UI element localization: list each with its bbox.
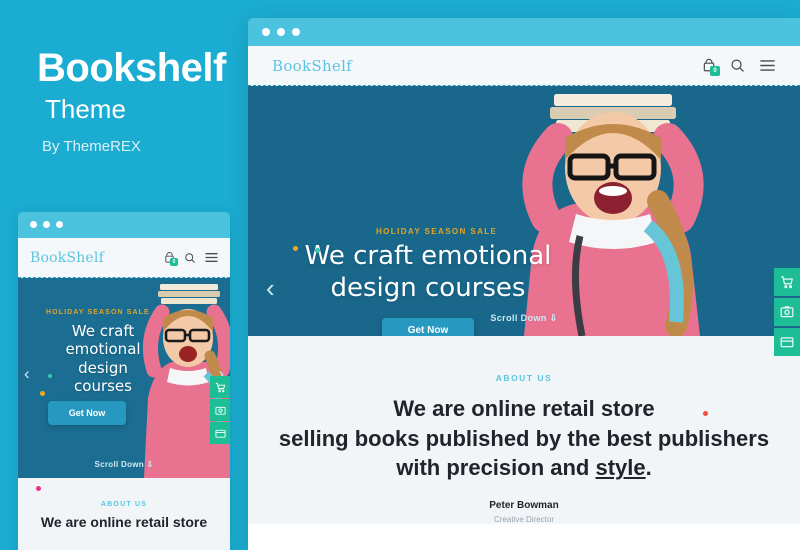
mini-menu-icon[interactable] [205,252,218,263]
about-heading-line1: We are online retail store [393,396,655,421]
side-cart-icon[interactable] [774,268,800,296]
mini-about-kicker: ABOUT US [100,501,148,508]
mini-chevron-down-icon: ⇩ [146,460,154,469]
decor-dot-gold [293,246,298,251]
mini-hero-heading: We craft emotional design courses [48,322,158,395]
hero-heading-line1: We craft emotional [304,241,552,271]
mini-hero-heading-line3: design [78,358,128,377]
hero-kicker: HOLIDAY SEASON SALE [376,227,498,236]
person-name: Peter Bowman [489,500,559,512]
mini-hero-heading-line1: We craft [71,322,135,340]
floating-side-buttons[interactable] [774,268,800,358]
chevron-down-icon: ⇩ [549,313,558,323]
window-dots [262,28,300,36]
about-style-link[interactable]: style [595,455,645,480]
mini-hero: HOLIDAY SEASON SALE We craft emotional d… [18,278,230,478]
mini-decor-dot-pink [36,486,41,491]
mini-decor-dot-teal [48,374,52,378]
about-decor-dot-red [703,411,708,416]
about-heading: We are online retail store selling books… [248,394,800,483]
hero-heading-line2: design courses [330,272,526,303]
mini-hero-kicker: HOLIDAY SEASON SALE [46,309,150,316]
cart-badge: 0 [710,66,720,76]
about-heading-line2: selling books published by the best publ… [278,425,770,451]
mini-side-buttons[interactable] [210,376,230,445]
mini-side-layout-icon[interactable] [210,422,230,444]
mini-preview-card[interactable]: BookShelf 0 HOLIDAY SEASON SALE We craft… [18,212,230,550]
mini-get-now-button[interactable]: Get Now [48,401,126,425]
scroll-down-label: Scroll Down [490,313,547,323]
about-heading-line3-post: . [645,455,652,481]
side-gallery-icon[interactable] [774,298,800,326]
mini-titlebar [18,212,230,238]
mini-site-header: BookShelf 0 [18,238,230,278]
mini-cart-icon[interactable]: 0 [164,251,178,266]
about-section: ABOUT US We are online retail store sell… [248,336,800,524]
prev-slide-icon[interactable]: ‹ [266,273,275,304]
hero-heading: We craft emotional design courses [248,241,608,304]
about-heading-line3-pre: with precision and [396,455,596,481]
cart-icon[interactable]: 0 [702,58,720,76]
mini-prev-slide-icon[interactable]: ‹ [24,364,30,384]
mini-side-gallery-icon[interactable] [210,399,230,421]
mini-search-icon[interactable] [184,252,196,264]
author-label: By ThemeREX [42,138,141,155]
hero-slider: HOLIDAY SEASON SALE We craft emotional d… [248,86,800,336]
decor-dot-teal [315,248,320,253]
page-title: Bookshelf [37,46,226,90]
header-icons: 0 [702,58,776,76]
scroll-down-button[interactable]: Scroll Down ⇩ [248,313,800,324]
side-layout-icon[interactable] [774,328,800,356]
mini-logo[interactable]: BookShelf [30,250,104,266]
mini-scroll-down[interactable]: Scroll Down ⇩ [18,460,230,469]
mini-about-section: ABOUT US We are online retail store [18,478,230,550]
about-kicker: ABOUT US [495,373,553,383]
mini-cart-badge: 0 [170,257,178,266]
mini-hero-heading-line4: courses [74,376,132,395]
mini-about-heading: We are online retail store [40,514,208,530]
mini-hero-heading-line2: emotional [65,340,141,359]
mini-header-icons: 0 [164,251,218,266]
browser-window: BookShelf 0 HOLIDAY SEASON SALE We craft… [248,18,800,550]
menu-icon[interactable] [759,59,776,72]
search-icon[interactable] [730,58,745,73]
person-role: Creative Director [493,515,554,525]
mini-decor-dot-gold [40,391,45,396]
mini-scroll-down-label: Scroll Down [94,460,144,469]
mini-side-cart-icon[interactable] [210,376,230,398]
site-logo[interactable]: BookShelf [272,57,352,75]
site-header: BookShelf 0 [248,46,800,86]
mini-window-dots [30,221,63,228]
window-titlebar [248,18,800,46]
page-subtitle: Theme [45,94,126,124]
